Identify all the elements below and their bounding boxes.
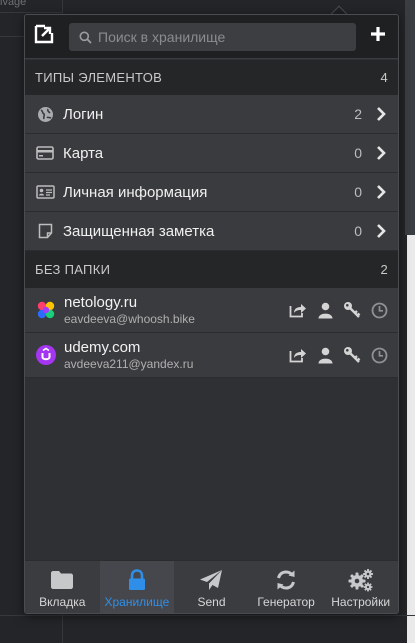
user-icon: [318, 302, 332, 318]
note-icon: [35, 221, 55, 241]
globe-icon: [35, 104, 55, 124]
section-title: ТИПЫ ЭЛЕМЕНТОВ: [35, 70, 163, 85]
gears-icon: [348, 567, 374, 593]
background-scrollbar[interactable]: [407, 235, 415, 643]
search-icon: [79, 31, 92, 44]
copy-password-button[interactable]: [343, 301, 361, 319]
copy-username-button[interactable]: [316, 301, 334, 319]
tab-settings[interactable]: Настройки: [323, 561, 398, 613]
type-count: 0: [354, 145, 362, 161]
chevron-right-icon: [374, 223, 388, 239]
tab-label: Хранилище: [104, 595, 170, 609]
background-divider: [0, 36, 24, 37]
tab-send[interactable]: Send: [174, 561, 249, 613]
credit-card-icon: [35, 143, 55, 163]
tab-label: Генератор: [257, 595, 315, 609]
type-row-identity[interactable]: Личная информация 0: [25, 173, 398, 212]
key-icon: [344, 347, 361, 363]
type-count: 0: [354, 223, 362, 239]
bottom-tab-bar: Вкладка Хранилище Send Генератор Настрой…: [25, 560, 398, 613]
type-label: Карта: [63, 144, 104, 162]
vault-item[interactable]: udemy.com avdeeva211@yandex.ru: [25, 333, 398, 378]
item-login: eavdeeva@whoosh.bike: [64, 311, 195, 326]
tab-vault[interactable]: Хранилище: [99, 561, 175, 613]
udemy-favicon: [35, 344, 57, 366]
background-divider: [0, 12, 62, 13]
background-scrollbar-track: [405, 0, 415, 235]
tab-label: Send: [197, 595, 226, 609]
type-row-secure-note[interactable]: Защищенная заметка 0: [25, 212, 398, 251]
tab-generator[interactable]: Генератор: [249, 561, 324, 613]
copy-totp-button[interactable]: [370, 346, 388, 364]
item-name: udemy.com: [64, 338, 141, 356]
section-count: 4: [380, 70, 388, 85]
id-card-icon: [35, 182, 55, 202]
add-item-button[interactable]: [365, 23, 391, 49]
chevron-right-icon: [374, 184, 388, 200]
background-divider: [0, 615, 415, 616]
popup-header: [25, 15, 398, 59]
folder-icon: [50, 567, 74, 593]
section-header-no-folder: БЕЗ ПАПКИ 2: [25, 251, 398, 288]
vault-item[interactable]: netology.ru eavdeeva@whoosh.bike: [25, 288, 398, 333]
search-input[interactable]: [98, 29, 338, 45]
popout-icon: [33, 23, 55, 50]
type-count: 0: [354, 184, 362, 200]
clock-icon: [371, 347, 387, 363]
tab-current[interactable]: Вкладка: [25, 561, 100, 613]
type-label: Логин: [63, 105, 104, 123]
share-icon: [289, 349, 306, 363]
clock-icon: [371, 302, 387, 318]
background-text: ivage: [0, 0, 27, 8]
search-box[interactable]: [69, 23, 356, 51]
key-icon: [344, 302, 361, 318]
launch-button[interactable]: [289, 301, 307, 319]
launch-button[interactable]: [289, 346, 307, 364]
item-login: avdeeva211@yandex.ru: [64, 356, 194, 371]
type-row-card[interactable]: Карта 0: [25, 134, 398, 173]
chevron-right-icon: [374, 145, 388, 161]
plus-icon: [370, 26, 386, 47]
section-header-item-types: ТИПЫ ЭЛЕМЕНТОВ 4: [25, 60, 398, 95]
section-count: 2: [380, 262, 388, 277]
popout-button[interactable]: [31, 23, 57, 49]
lock-icon: [128, 567, 146, 593]
type-count: 2: [354, 106, 362, 122]
tab-label: Настройки: [331, 595, 391, 609]
type-row-login[interactable]: Логин 2: [25, 95, 398, 134]
share-icon: [289, 304, 306, 318]
paper-plane-icon: [199, 567, 223, 593]
section-title: БЕЗ ПАПКИ: [35, 262, 111, 277]
netology-favicon: [35, 299, 57, 321]
refresh-icon: [275, 567, 297, 593]
chevron-right-icon: [374, 106, 388, 122]
copy-totp-button[interactable]: [370, 301, 388, 319]
type-label: Защищенная заметка: [63, 222, 215, 240]
copy-username-button[interactable]: [316, 346, 334, 364]
type-label: Личная информация: [63, 183, 208, 201]
user-icon: [318, 347, 332, 363]
extension-popup: ТИПЫ ЭЛЕМЕНТОВ 4 Логин 2: [24, 14, 399, 614]
vault-content: ТИПЫ ЭЛЕМЕНТОВ 4 Логин 2 Карта 0 Личная …: [25, 60, 398, 560]
copy-password-button[interactable]: [343, 346, 361, 364]
item-name: netology.ru: [64, 293, 138, 311]
tab-label: Вкладка: [39, 595, 86, 609]
